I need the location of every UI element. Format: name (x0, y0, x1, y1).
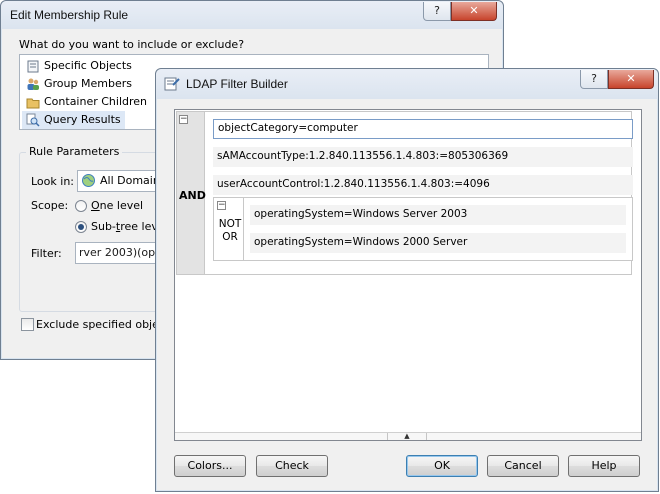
ldap-filter-builder-window: LDAP Filter Builder ? ✕ − AND objectCate… (155, 68, 659, 492)
container-icon (26, 98, 40, 109)
not-label: NOT (218, 218, 242, 230)
ok-button[interactable]: OK (406, 455, 478, 477)
not-or-group: − NOT OR operatingSystem=Windows Server … (213, 197, 633, 261)
close-button[interactable]: ✕ (608, 70, 654, 89)
filter-tree-panel: − AND objectCategory=computer sAMAccount… (174, 109, 642, 441)
query-icon (26, 113, 40, 127)
collapse-and-icon[interactable]: − (179, 115, 188, 124)
condition-row[interactable]: operatingSystem=Windows Server 2003 (250, 205, 626, 225)
window-title: Edit Membership Rule (10, 8, 129, 22)
group-members-icon (27, 78, 39, 90)
condition-row[interactable]: operatingSystem=Windows 2000 Server (250, 233, 626, 253)
and-group: − AND objectCategory=computer sAMAccount… (176, 111, 633, 275)
dialog-body: − AND objectCategory=computer sAMAccount… (164, 99, 650, 483)
domain-icon (82, 174, 95, 187)
title-bar: Edit Membership Rule ? ✕ (1, 1, 503, 29)
rule-parameters-title: Rule Parameters (26, 145, 123, 158)
list-item-label: Query Results (44, 113, 121, 126)
condition-row[interactable]: sAMAccountType:1.2.840.113556.1.4.803:=8… (213, 147, 633, 167)
list-item-label: Group Members (44, 77, 132, 90)
title-bar: LDAP Filter Builder ? ✕ (156, 69, 658, 99)
not-or-operator-column[interactable]: − NOT OR (214, 198, 244, 260)
scope-subtree-radio[interactable] (75, 221, 87, 233)
colors-button[interactable]: Colors... (174, 455, 246, 477)
list-item-group-members[interactable]: Group Members (22, 75, 136, 93)
filter-builder-icon (164, 77, 180, 91)
window-title: LDAP Filter Builder (186, 77, 288, 91)
look-in-label: Look in: (31, 175, 74, 188)
filter-value: rver 2003)(ope (79, 246, 162, 259)
not-or-operator-label: NOT OR (218, 218, 242, 244)
exclude-checkbox[interactable] (21, 318, 34, 331)
help-caption-button[interactable]: ? (423, 2, 451, 21)
list-item-label: Container Children (44, 95, 148, 108)
list-item-container-children[interactable]: Container Children (22, 93, 151, 111)
condition-row[interactable]: objectCategory=computer (213, 119, 633, 139)
list-item-specific-objects[interactable]: Specific Objects (22, 57, 136, 75)
splitter-up-arrow-icon[interactable]: ▲ (387, 433, 427, 440)
or-label: OR (222, 231, 238, 243)
condition-row[interactable]: userAccountControl:1.2.840.113556.1.4.80… (213, 175, 633, 195)
object-icon (27, 60, 39, 73)
collapse-not-or-icon[interactable]: − (217, 201, 226, 210)
check-button[interactable]: Check (256, 455, 328, 477)
filter-label: Filter: (31, 247, 62, 260)
and-operator-column[interactable]: − AND (177, 112, 206, 274)
scope-one-level-label: One level (91, 199, 144, 212)
close-button[interactable]: ✕ (451, 2, 497, 21)
cancel-button[interactable]: Cancel (487, 455, 559, 477)
splitter-bar[interactable]: ▲ (175, 432, 641, 440)
include-prompt: What do you want to include or exclude? (19, 38, 245, 51)
and-operator-label: AND (179, 189, 206, 202)
list-item-query-results[interactable]: Query Results (22, 111, 125, 129)
help-button[interactable]: Help (568, 455, 640, 477)
list-item-label: Specific Objects (44, 59, 132, 72)
scope-one-level-radio[interactable] (75, 200, 87, 212)
help-caption-button[interactable]: ? (580, 70, 608, 89)
scope-label: Scope: (31, 199, 69, 212)
